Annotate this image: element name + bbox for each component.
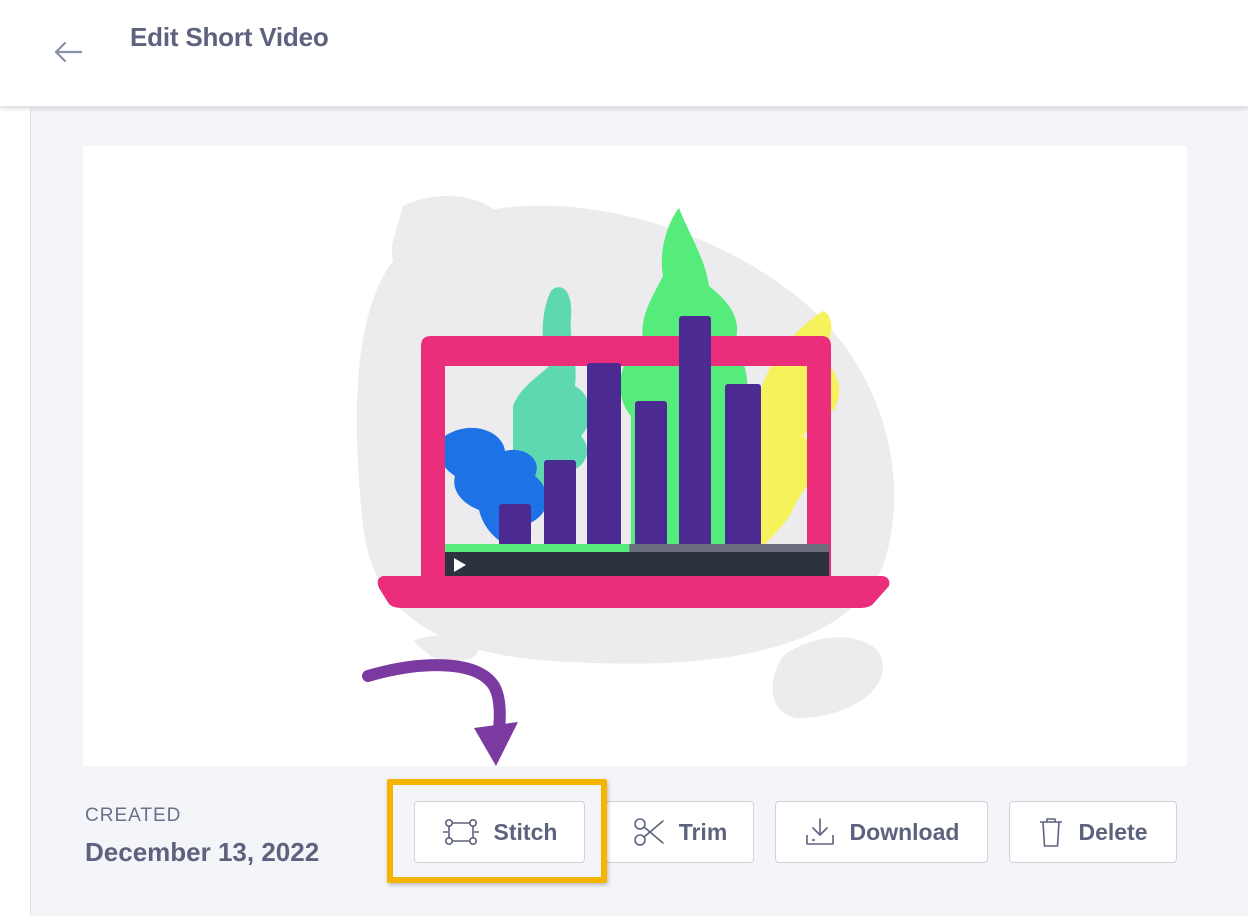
stitch-label: Stitch	[493, 818, 558, 845]
pointer-arrow-annotation	[362, 659, 518, 766]
chart-bar-1	[499, 504, 531, 546]
video-control-bar	[445, 552, 829, 578]
download-button[interactable]: Download	[775, 801, 988, 863]
delete-label: Delete	[1078, 818, 1148, 845]
stitch-button[interactable]: Stitch	[414, 801, 585, 863]
chart-bar-2	[544, 460, 576, 546]
chart-bar-4	[635, 401, 667, 546]
laptop-base	[377, 576, 890, 608]
created-info: CREATED December 13, 2022	[85, 805, 319, 868]
content-area: CREATED December 13, 2022 Stitch Trim Do…	[30, 107, 1248, 916]
trim-button[interactable]: Trim	[606, 801, 754, 863]
chart-bar-6	[725, 384, 761, 546]
trash-icon	[1038, 816, 1064, 848]
created-date: December 13, 2022	[85, 837, 320, 867]
page-header: Edit Short Video	[0, 0, 1248, 107]
action-buttons: Stitch Trim Download Delete	[414, 801, 1177, 865]
trim-label: Trim	[678, 818, 728, 845]
video-thumbnail[interactable]	[83, 146, 1187, 766]
stitch-icon	[442, 817, 480, 847]
delete-button[interactable]: Delete	[1009, 801, 1177, 863]
back-button[interactable]	[46, 30, 90, 74]
chart-bar-3	[587, 363, 621, 546]
created-label: CREATED	[85, 805, 182, 826]
background-blob-bottom-right	[772, 637, 883, 719]
video-progress-fill	[445, 544, 630, 552]
video-illustration	[356, 196, 895, 719]
download-icon	[804, 817, 836, 847]
chart-bar-5	[679, 316, 711, 546]
arrow-left-icon	[54, 41, 83, 63]
scissors-icon	[633, 817, 665, 847]
download-label: Download	[849, 818, 960, 845]
page-title: Edit Short Video	[130, 22, 329, 52]
